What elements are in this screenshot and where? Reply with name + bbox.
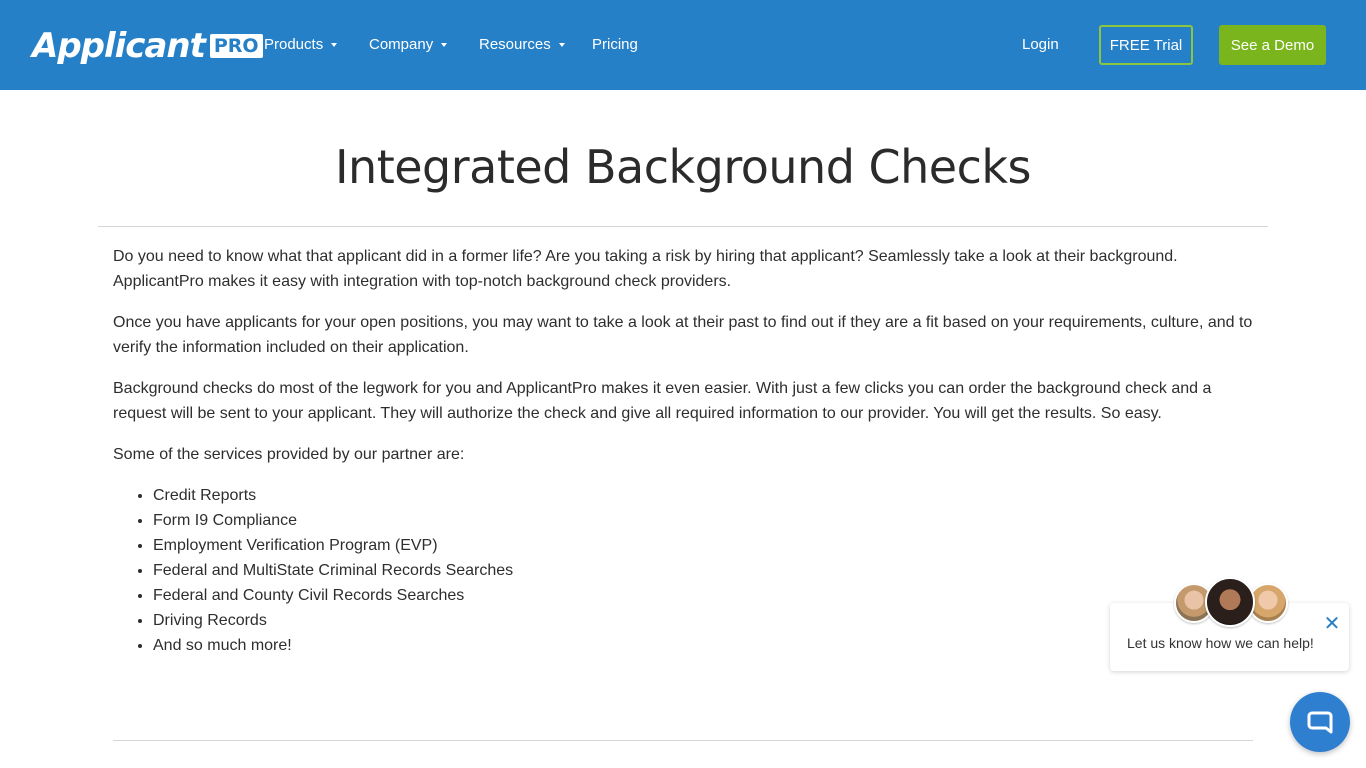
list-item: Federal and MultiState Criminal Records …	[153, 558, 1258, 583]
logo-wordmark: Applicant	[32, 26, 206, 66]
nav-company[interactable]: Company	[369, 36, 448, 53]
title-divider	[98, 226, 1268, 227]
nav-pricing[interactable]: Pricing	[592, 36, 638, 53]
logo-badge: PRO	[209, 34, 263, 58]
list-item: And so much more!	[153, 633, 1258, 658]
article-body: Do you need to know what that applicant …	[113, 244, 1258, 658]
applicants-paragraph: Once you have applicants for your open p…	[113, 314, 1253, 356]
see-a-demo-button[interactable]: See a Demo	[1219, 25, 1326, 65]
close-icon[interactable]: ✕	[1323, 614, 1341, 634]
nav-products[interactable]: Products	[264, 36, 338, 53]
services-intro: Some of the services provided by our par…	[113, 446, 465, 463]
intro-paragraph: Do you need to know what that applicant …	[113, 248, 1178, 290]
nav-resources-label: Resources	[479, 36, 551, 53]
chat-launcher-button[interactable]	[1290, 692, 1350, 752]
free-trial-button[interactable]: FREE Trial	[1099, 25, 1193, 65]
page-title: Integrated Background Checks	[334, 140, 1032, 194]
support-agent-avatar	[1205, 577, 1255, 627]
list-item: Credit Reports	[153, 483, 1258, 508]
services-list: Credit Reports Form I9 Compliance Employ…	[113, 483, 1258, 658]
list-item: Form I9 Compliance	[153, 508, 1258, 533]
nav-pricing-label: Pricing	[592, 36, 638, 53]
chevron-down-icon	[441, 42, 448, 47]
list-item: Employment Verification Program (EVP)	[153, 533, 1258, 558]
section-divider	[113, 740, 1253, 741]
nav-resources[interactable]: Resources	[479, 36, 565, 53]
chat-prompt-message: Let us know how we can help!	[1127, 635, 1314, 651]
chat-bubble-icon	[1307, 711, 1333, 734]
nav-products-label: Products	[264, 36, 324, 53]
list-item: Federal and County Civil Records Searche…	[153, 583, 1258, 608]
top-navigation-bar: Applicant PRO Products Company Resources…	[0, 0, 1366, 90]
list-item: Driving Records	[153, 608, 1258, 633]
applicantpro-logo[interactable]: Applicant PRO	[32, 26, 263, 66]
legwork-paragraph: Background checks do most of the legwork…	[113, 380, 1212, 422]
chevron-down-icon	[558, 42, 565, 47]
chevron-down-icon	[331, 42, 338, 47]
login-link[interactable]: Login	[1022, 36, 1059, 53]
nav-company-label: Company	[369, 36, 434, 53]
